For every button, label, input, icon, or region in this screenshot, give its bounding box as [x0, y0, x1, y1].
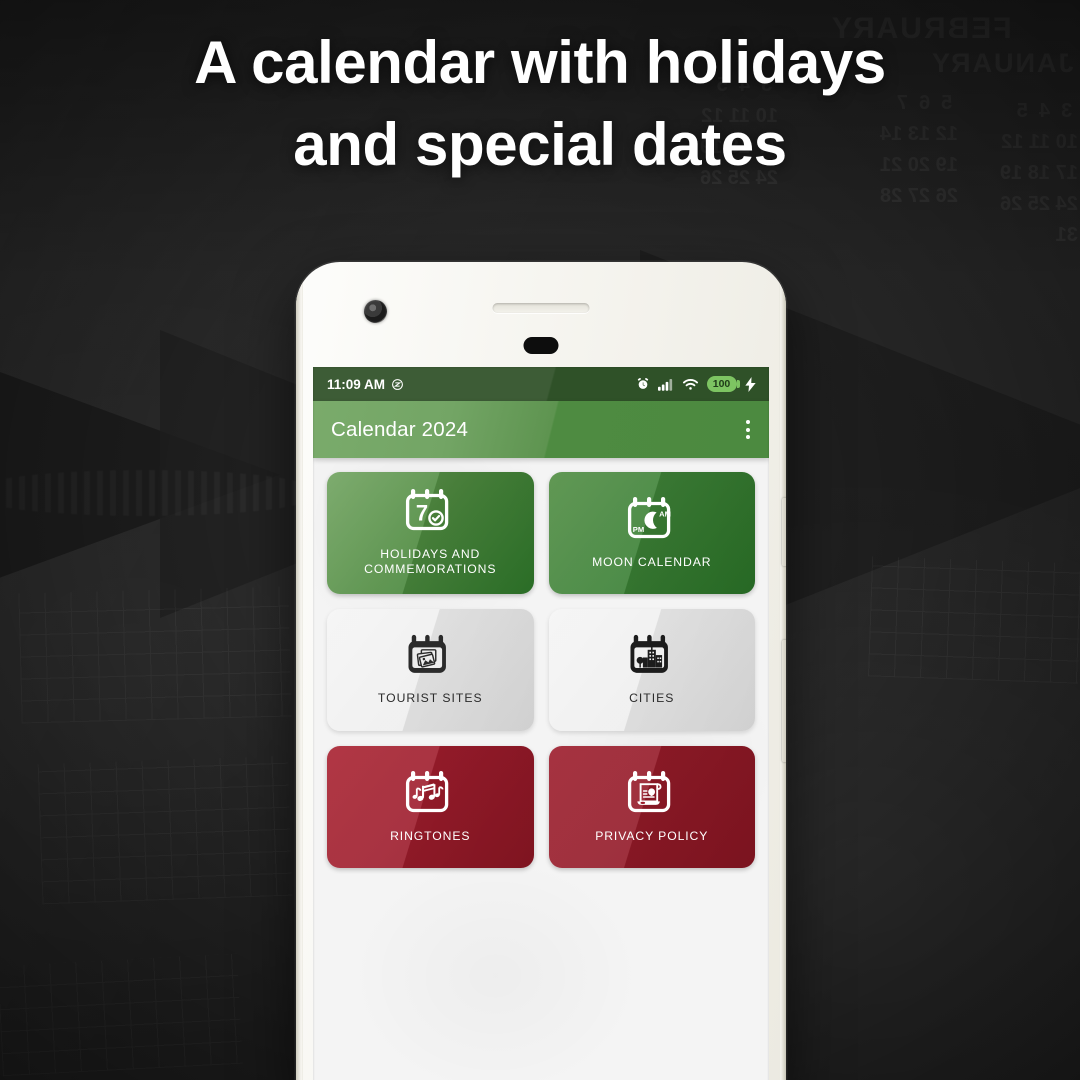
tile-cities[interactable]: CITIES [548, 609, 755, 731]
tile-label: PRIVACY POLICY [595, 828, 709, 843]
calendar-photos-icon [405, 633, 455, 686]
menu-grid: 7 HOLIDAYS AND COMMEMORATIONS AM PM MOON… [313, 458, 769, 868]
signal-icon [658, 378, 674, 391]
tile-holidays-and-commemorations[interactable]: 7 HOLIDAYS AND COMMEMORATIONS [327, 472, 534, 594]
headline-line-2: and special dates [293, 110, 787, 178]
tile-label: RINGTONES [390, 828, 471, 843]
tile-label: MOON CALENDAR [592, 554, 712, 569]
headline-line-1: A calendar with holidays [194, 29, 886, 96]
tile-ringtones[interactable]: RINGTONES [327, 746, 534, 868]
power-button[interactable] [782, 498, 786, 566]
tile-moon-calendar[interactable]: AM PM MOON CALENDAR [548, 472, 755, 594]
front-camera-icon [364, 300, 387, 323]
calendar-document-shield-icon [626, 769, 678, 824]
phone-left-edge [296, 262, 303, 1080]
app-bar: Calendar 2024 [313, 401, 769, 458]
phone-screen: 11:09 AM 100 Calendar 2024 7 HOLIDAYS AN… [313, 367, 769, 1080]
dnd-icon [391, 378, 404, 391]
more-options-icon[interactable] [741, 414, 755, 445]
wifi-icon [682, 378, 699, 391]
background-calendar-grid [18, 586, 292, 724]
tile-label: CITIES [629, 690, 675, 705]
headline: A calendar with holidays and special dat… [0, 22, 1080, 185]
status-bar-time: 11:09 AM [327, 376, 386, 392]
background-calendar-grid [0, 953, 243, 1077]
calendar-city-icon [627, 633, 677, 686]
earpiece-speaker [492, 303, 590, 313]
charging-bolt-icon [745, 376, 756, 392]
tile-label: TOURIST SITES [377, 690, 483, 705]
status-bar: 11:09 AM 100 [313, 367, 769, 401]
battery-badge: 100 [707, 376, 740, 392]
calendar-moon-icon: AM PM [626, 495, 678, 550]
svg-text:AM: AM [659, 509, 671, 518]
alarm-icon [636, 377, 650, 391]
tile-label: HOLIDAYS AND COMMEMORATIONS [364, 547, 497, 576]
volume-button[interactable] [782, 640, 786, 762]
background-calendar-grid [37, 755, 293, 905]
tile-tourist-sites[interactable]: TOURIST SITES [327, 609, 534, 731]
calendar-spiral-binding [0, 470, 310, 516]
background-calendar-grid [867, 556, 1080, 684]
proximity-sensor [523, 337, 559, 354]
calendar-seven-check-icon: 7 [404, 487, 456, 542]
calendar-music-notes-icon [404, 769, 456, 824]
svg-text:PM: PM [633, 525, 644, 534]
svg-text:7: 7 [416, 501, 428, 526]
tile-privacy-policy[interactable]: PRIVACY POLICY [548, 746, 755, 868]
page-title: Calendar 2024 [331, 417, 469, 441]
phone-mockup: 11:09 AM 100 Calendar 2024 7 HOLIDAYS AN… [296, 262, 786, 1080]
